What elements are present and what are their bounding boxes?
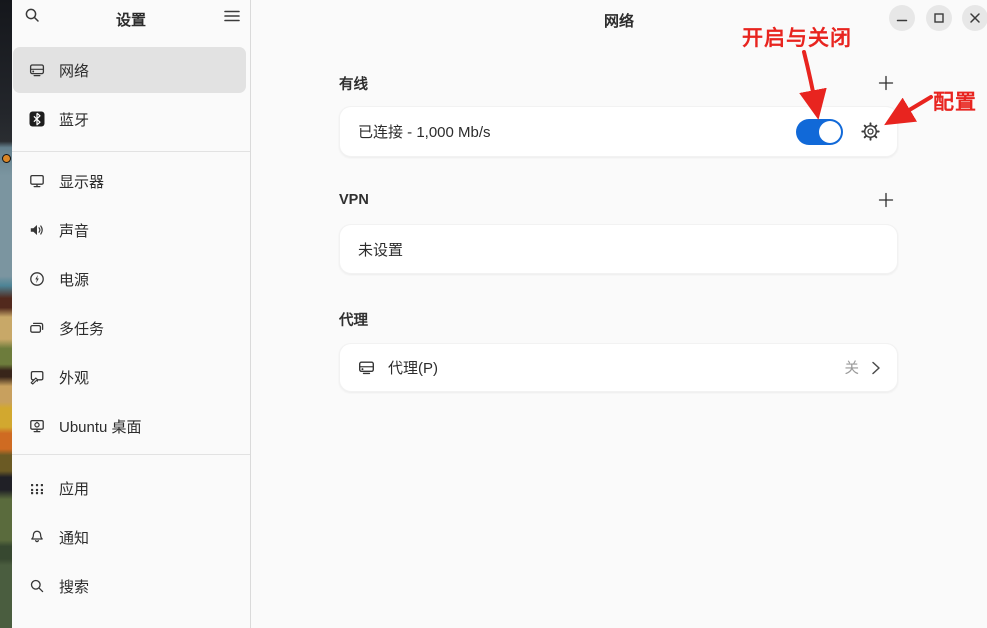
maximize-button[interactable] (926, 5, 952, 31)
sidebar-item-network[interactable]: 网络 (13, 47, 246, 93)
minimize-button[interactable] (889, 5, 915, 31)
bell-icon (29, 529, 45, 545)
monitor-icon (29, 173, 45, 189)
sidebar-item-ubuntu-desktop[interactable]: Ubuntu 桌面 (13, 403, 246, 449)
wired-toggle-switch[interactable] (796, 119, 843, 145)
sidebar-item-displays[interactable]: 显示器 (13, 158, 246, 204)
sidebar-item-label: 搜索 (59, 576, 89, 597)
vpn-status-text: 未设置 (358, 239, 881, 260)
magnifier-icon (29, 578, 45, 594)
power-icon (29, 271, 45, 287)
wired-section-header: 有线 (339, 71, 898, 95)
close-button[interactable] (962, 5, 987, 31)
speaker-icon (29, 222, 45, 238)
appearance-icon (29, 369, 45, 385)
add-wired-connection-button[interactable] (874, 71, 898, 95)
vpn-section-header: VPN (339, 188, 898, 212)
maximize-icon (933, 12, 945, 24)
sidebar-item-label: Ubuntu 桌面 (59, 416, 142, 437)
proxy-row[interactable]: 代理(P) 关 (339, 343, 898, 392)
apps-grid-icon (29, 480, 45, 496)
sidebar-separator (12, 454, 250, 455)
network-icon (29, 62, 45, 78)
wired-settings-button[interactable] (860, 121, 881, 142)
plus-icon (878, 75, 894, 91)
settings-window: 设置 网络 蓝牙 显示器 (0, 0, 987, 628)
sidebar-item-bluetooth[interactable]: 蓝牙 (13, 96, 246, 142)
ubuntu-desktop-icon (29, 418, 45, 434)
sidebar-item-label: 网络 (59, 60, 89, 81)
sidebar-item-sound[interactable]: 声音 (13, 207, 246, 253)
connection-status-text: 已连接 - 1,000 Mb/s (358, 121, 796, 142)
sidebar-separator (12, 151, 250, 152)
vpn-row[interactable]: 未设置 (339, 224, 898, 274)
annotation-toggle-label: 开启与关闭 (742, 22, 852, 52)
section-label: 代理 (339, 309, 368, 330)
gear-icon (860, 121, 881, 142)
window-title: 设置 (12, 9, 250, 30)
desktop-wallpaper-strip (0, 0, 12, 628)
proxy-network-icon (358, 359, 375, 376)
sidebar-nav: 网络 蓝牙 显示器 声音 电源 (12, 36, 250, 612)
main-menu-button[interactable] (220, 6, 244, 30)
sidebar-item-label: 声音 (59, 220, 89, 241)
page-title: 网络 (251, 10, 987, 31)
chevron-right-icon (871, 360, 881, 376)
sidebar-item-label: 外观 (59, 367, 89, 388)
toggle-knob (819, 121, 841, 143)
close-icon (969, 12, 981, 24)
sidebar-item-appearance[interactable]: 外观 (13, 354, 246, 400)
proxy-label: 代理(P) (388, 357, 845, 378)
add-vpn-button[interactable] (874, 188, 898, 212)
section-label: 有线 (339, 73, 368, 94)
sidebar-item-power[interactable]: 电源 (13, 256, 246, 302)
sidebar-item-notifications[interactable]: 通知 (13, 514, 246, 560)
wallpaper-detail (2, 154, 11, 163)
multitasking-icon (29, 320, 45, 336)
sidebar-item-apps[interactable]: 应用 (13, 465, 246, 511)
plus-icon (878, 192, 894, 208)
main-panel: 网络 有线 已连接 - 1,000 Mb/s (251, 0, 987, 628)
annotation-gear-label: 配置 (933, 86, 977, 116)
minimize-icon (896, 12, 908, 24)
sidebar: 设置 网络 蓝牙 显示器 (12, 0, 251, 628)
sidebar-header: 设置 (12, 0, 250, 36)
sidebar-item-label: 通知 (59, 527, 89, 548)
sidebar-item-label: 多任务 (59, 318, 104, 339)
proxy-status: 关 (845, 357, 860, 378)
sidebar-item-search[interactable]: 搜索 (13, 563, 246, 609)
proxy-section-header: 代理 (339, 307, 898, 331)
sidebar-item-label: 应用 (59, 478, 89, 499)
sidebar-item-label: 电源 (59, 269, 89, 290)
sidebar-item-label: 蓝牙 (59, 109, 89, 130)
hamburger-menu-icon (224, 9, 240, 28)
section-label: VPN (339, 192, 369, 208)
bluetooth-icon (29, 111, 45, 127)
wired-connection-row[interactable]: 已连接 - 1,000 Mb/s (339, 106, 898, 157)
sidebar-item-label: 显示器 (59, 171, 104, 192)
sidebar-item-multitasking[interactable]: 多任务 (13, 305, 246, 351)
